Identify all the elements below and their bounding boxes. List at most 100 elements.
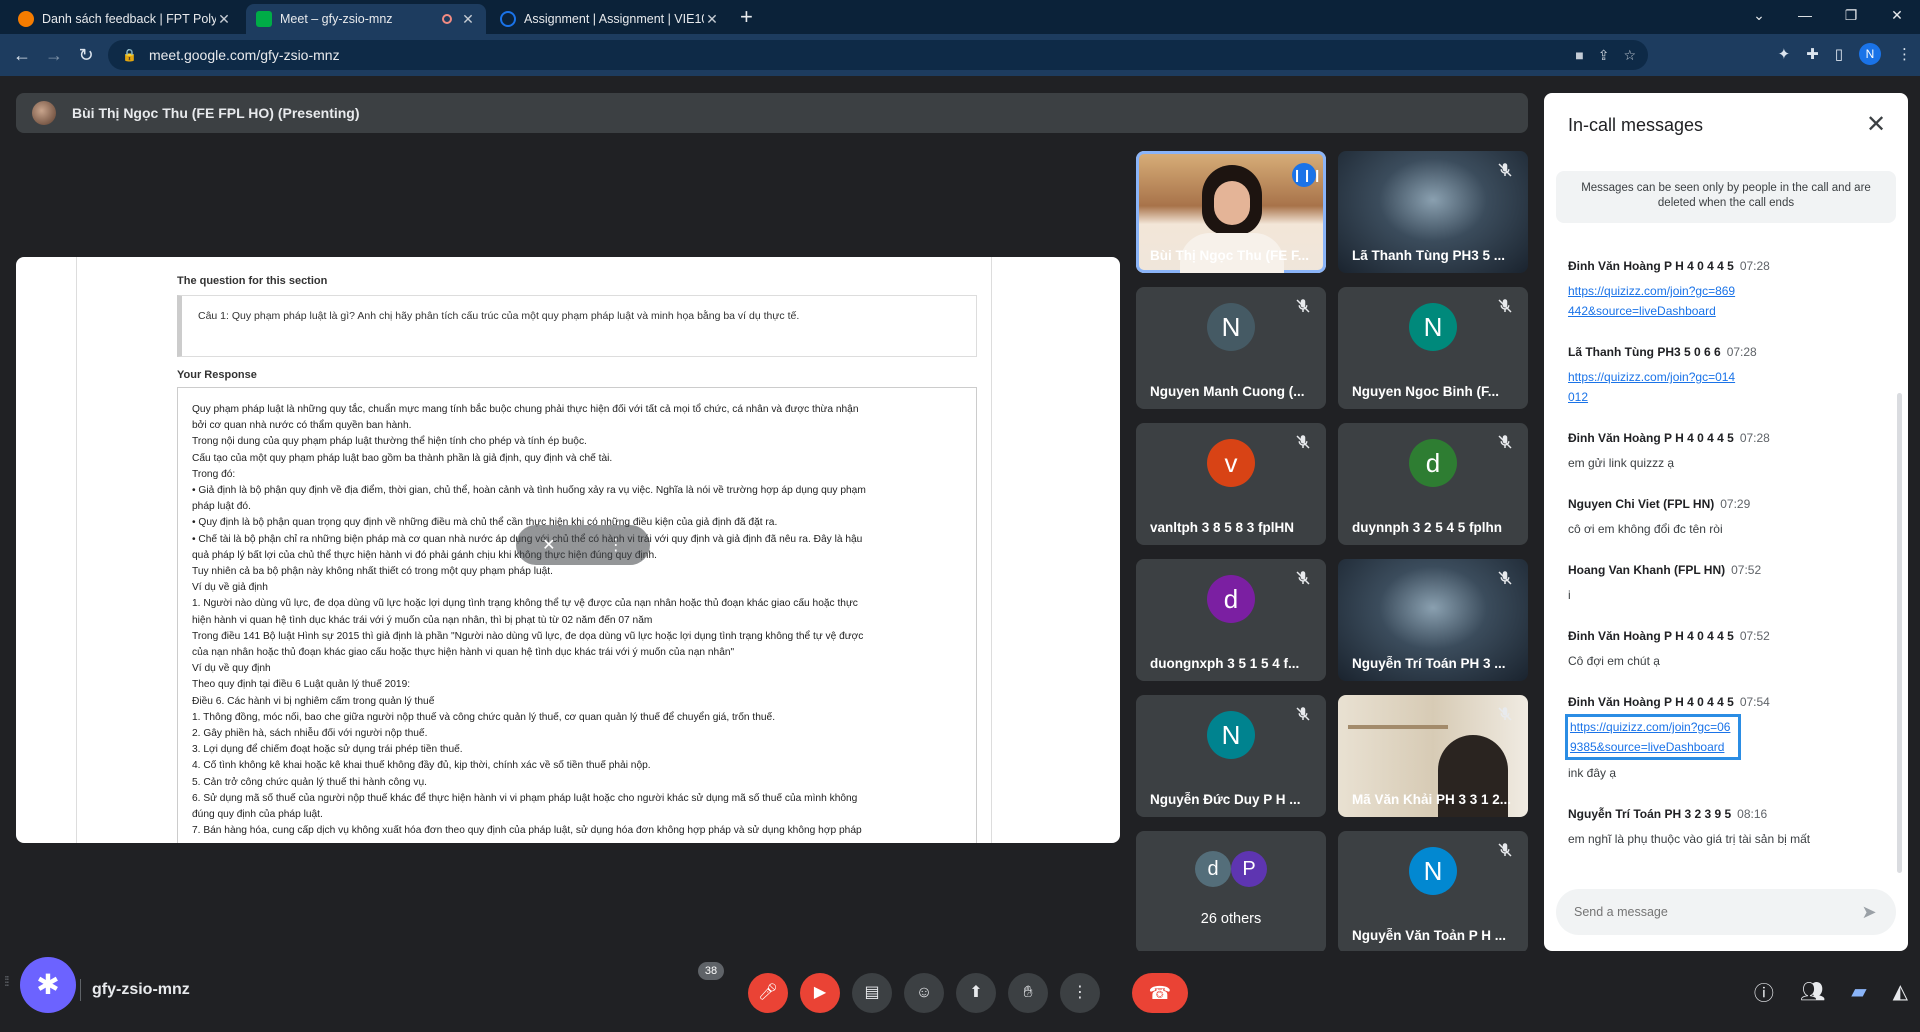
participant-tile[interactable]: N Nguyễn Văn Toản P H ... (1338, 831, 1528, 953)
restore-icon[interactable]: ❐ (1828, 0, 1874, 30)
presenter-name: Bùi Thị Ngọc Thu (FE FPL HO) (Presenting… (72, 105, 360, 121)
tab-search-icon[interactable]: ⌄ (1736, 0, 1782, 30)
participant-tile[interactable]: d duongnxph 3 5 1 5 4 f... (1136, 559, 1326, 681)
menu-kebab-icon[interactable]: ⋮ (1897, 45, 1912, 63)
camera-icon[interactable]: ■ (1575, 47, 1583, 64)
participant-avatar: N (1409, 847, 1457, 895)
tab-feedback[interactable]: Danh sách feedback | FPT Polytechnic ✕ (8, 4, 242, 34)
meeting-code: gfy-zsio-mnz (92, 981, 190, 998)
lock-icon[interactable]: 🔒 (122, 48, 137, 62)
more-options-button[interactable]: ⋮ (1060, 973, 1100, 1013)
chat-icon[interactable]: ▰ (1851, 979, 1866, 1004)
message-sender: Đinh Văn Hoàng P H 4 0 4 4 5 (1568, 695, 1734, 709)
extension-icon[interactable]: ✦ (1778, 45, 1791, 63)
participant-tile[interactable]: d P 26 others (1136, 831, 1326, 953)
message-sender: Đinh Văn Hoàng P H 4 0 4 4 5 (1568, 259, 1734, 273)
minimize-icon[interactable]: — (1782, 0, 1828, 30)
drag-grip-icon[interactable]: ⁞⁞ (4, 973, 10, 989)
participant-name: vanltph 3 8 5 8 3 fplHN (1150, 520, 1295, 535)
shared-screen: The question for this section Câu 1: Quy… (16, 257, 1120, 843)
mic-muted-icon (1294, 297, 1312, 315)
participant-tile[interactable]: Bùi Thị Ngọc Thu (FE F... ❙❙❙ (1136, 151, 1326, 273)
recording-icon (442, 14, 452, 24)
response-line: 1. Thông đồng, móc nối, bao che giữa ngư… (192, 711, 776, 723)
forward-icon[interactable]: → (42, 43, 66, 67)
tab-assignment[interactable]: Assignment | Assignment | VIE1016 ✕ (490, 4, 730, 34)
reload-icon[interactable]: ↻ (74, 43, 98, 67)
message-text: em nghĩ là phụ thuộc vào giá trị tài sản… (1568, 832, 1811, 846)
close-tab-icon[interactable]: ✕ (704, 11, 720, 27)
message-sender: Nguyen Chi Viet (FPL HN) (1568, 497, 1715, 511)
captions-button[interactable]: ▤ (852, 973, 892, 1013)
response-line: đúng quy định của pháp luật. (192, 809, 323, 821)
message-time: 07:28 (1739, 259, 1770, 273)
close-icon[interactable]: ✕ (1864, 113, 1888, 137)
chat-panel: In-call messages ✕ Messages can be seen … (1544, 93, 1908, 951)
response-line: Quy phạm pháp luật là những quy tắc, chu… (192, 404, 859, 415)
message-sender: Đinh Văn Hoàng P H 4 0 4 4 5 (1568, 629, 1734, 643)
back-icon[interactable]: ← (10, 43, 34, 67)
participant-tile[interactable]: N Nguyễn Đức Duy P H ... (1136, 695, 1326, 817)
participant-name: Nguyen Manh Cuong (... (1150, 384, 1305, 399)
meeting-details-icon[interactable]: ⓘ (1754, 977, 1774, 1006)
participant-avatar: d (1409, 439, 1457, 487)
message-link[interactable]: https://quizizz.com/join?gc=014012 (1568, 367, 1738, 407)
presenter-bar: Bùi Thị Ngọc Thu (FE FPL HO) (Presenting… (16, 93, 1528, 133)
sidepanel-icon[interactable]: ▯ (1835, 45, 1843, 63)
activities-shapes-icon[interactable]: ◭ (1893, 979, 1908, 1004)
response-box: Quy phạm pháp luật là những quy tắc, chu… (177, 387, 977, 843)
participant-tile[interactable]: d duynnph 3 2 5 4 5 fplhn (1338, 423, 1528, 545)
address-bar[interactable]: 🔒 meet.google.com/gfy-zsio-mnz ■ ⇪ ☆ (108, 40, 1648, 70)
response-line: 2. Gây phiền hà, sách nhiễu đối với ngườ… (192, 728, 428, 740)
message-link[interactable]: https://quizizz.com/join?gc=069385&sourc… (1565, 714, 1741, 760)
camera-off-button[interactable]: ▶ (800, 973, 840, 1013)
close-window-icon[interactable]: ✕ (1874, 0, 1920, 30)
profile-avatar[interactable]: N (1859, 43, 1881, 65)
response-line: Theo quy định tại điều 6 Luật quản lý th… (192, 679, 411, 691)
mic-muted-icon (1294, 569, 1312, 587)
raise-hand-button[interactable]: ✋︎ (1008, 973, 1048, 1013)
participant-tile[interactable]: Mã Văn Khải PH 3 3 1 2... (1338, 695, 1528, 817)
close-tab-icon[interactable]: ✕ (460, 11, 476, 27)
url-text[interactable]: meet.google.com/gfy-zsio-mnz (149, 47, 340, 63)
share-icon[interactable]: ⇪ (1598, 47, 1610, 64)
message-list: Đinh Văn Hoàng P H 4 0 4 4 5 07:28 https:/… (1565, 257, 1884, 871)
extensions-puzzle-icon[interactable]: ✚ (1806, 45, 1819, 63)
response-line: Trong đó: (192, 468, 236, 480)
response-line: bởi cơ quan nhà nước có thẩm quyền ban h… (192, 420, 412, 432)
tab-meet[interactable]: Meet – gfy-zsio-mnz ✕ (246, 4, 486, 34)
chat-message: Nguyen Chi Viet (FPL HN) 07:29 cô ơi em kh… (1568, 495, 1884, 539)
more-options-icon[interactable]: ⋮ (608, 535, 624, 555)
message-input[interactable] (1574, 901, 1834, 923)
bookmark-star-icon[interactable]: ☆ (1623, 47, 1636, 64)
activities-button[interactable]: ✱ (20, 957, 76, 1013)
participant-name: Nguyễn Văn Toản P H ... (1352, 928, 1507, 943)
response-line: 6. Sử dụng mã số thuế của người nộp thuế… (192, 792, 858, 804)
participant-name: Nguyễn Trí Toán PH 3 ... (1352, 656, 1506, 671)
mic-off-button[interactable]: 🎤︎ (748, 973, 788, 1013)
chat-scrollbar[interactable] (1897, 393, 1902, 873)
message-link[interactable]: https://quizizz.com/join?gc=869442&sourc… (1568, 281, 1738, 321)
pin-off-icon[interactable]: ✕ (542, 535, 555, 555)
participant-avatar: v (1207, 439, 1255, 487)
chat-message: Đinh Văn Hoàng P H 4 0 4 4 5 07:54 https:/… (1565, 693, 1884, 783)
emoji-button[interactable]: ☺ (904, 973, 944, 1013)
participant-tile[interactable]: Lã Thanh Tùng PH3 5 ... (1338, 151, 1528, 273)
participant-tile[interactable]: N Nguyen Manh Cuong (... (1136, 287, 1326, 409)
close-tab-icon[interactable]: ✕ (216, 11, 232, 27)
present-screen-button[interactable]: ⬆ (956, 973, 996, 1013)
message-time: 07:52 (1739, 629, 1770, 643)
participant-tile[interactable]: v vanltph 3 8 5 8 3 fplHN (1136, 423, 1326, 545)
people-icon[interactable]: 👥︎ (1800, 979, 1825, 1004)
participant-name: Mã Văn Khải PH 3 3 1 2... (1352, 792, 1512, 807)
response-line: Ví dụ về giả định (192, 582, 268, 594)
send-icon[interactable]: ➤ (1858, 901, 1880, 923)
question-box: Câu 1: Quy phạm pháp luật là gì? Anh chị… (177, 295, 977, 357)
participant-tile[interactable]: N Nguyen Ngoc Binh (F... (1338, 287, 1528, 409)
participant-tile[interactable]: Nguyễn Trí Toán PH 3 ... (1338, 559, 1528, 681)
new-tab-button[interactable]: + (740, 6, 753, 28)
mic-muted-icon (1496, 161, 1514, 179)
message-text: cô ơi em không đổi đc tên ròi (1568, 522, 1723, 536)
mic-muted-icon (1496, 569, 1514, 587)
leave-call-button[interactable]: ☎ (1132, 973, 1188, 1013)
